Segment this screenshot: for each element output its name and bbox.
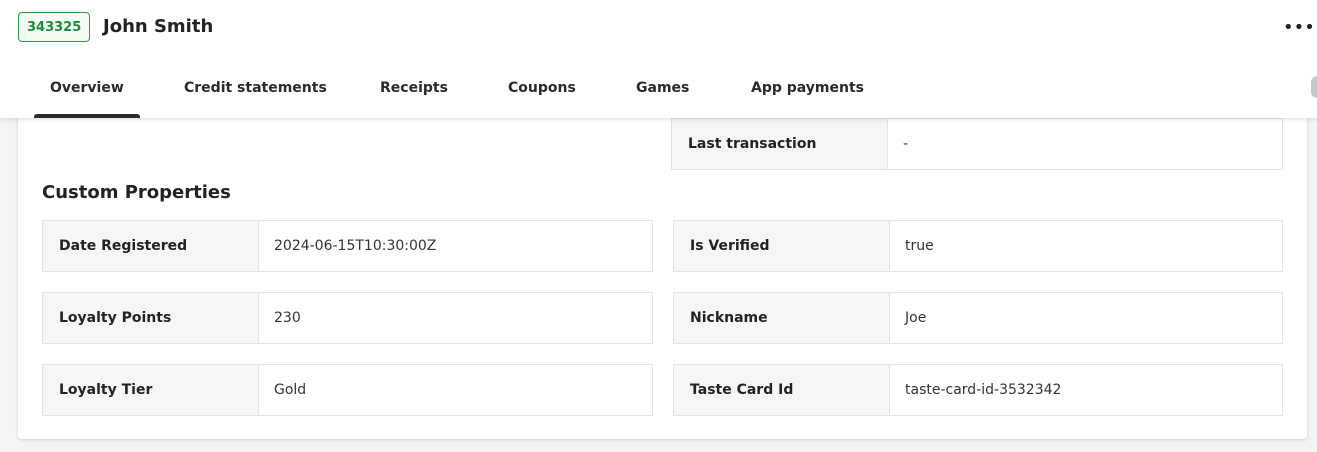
section-title-custom-properties: Custom Properties bbox=[42, 182, 231, 203]
property-value: Joe bbox=[905, 310, 927, 326]
property-label: Loyalty Points bbox=[43, 293, 259, 343]
tab-receipts[interactable]: Receipts bbox=[364, 70, 464, 118]
property-value: taste-card-id-3532342 bbox=[905, 382, 1062, 398]
property-row: Date Registered 2024-06-15T10:30:00Z bbox=[42, 220, 653, 272]
property-label: Nickname bbox=[674, 293, 890, 343]
last-transaction-value: - bbox=[903, 136, 909, 152]
tab-credit-statements[interactable]: Credit statements bbox=[168, 70, 343, 118]
property-value: Gold bbox=[274, 382, 307, 398]
last-transaction-label: Last transaction bbox=[672, 119, 888, 169]
property-label: Loyalty Tier bbox=[43, 365, 259, 415]
property-value: true bbox=[905, 238, 934, 254]
overview-card: Last transaction - Custom Properties Dat… bbox=[18, 100, 1307, 439]
tab-games[interactable]: Games bbox=[620, 70, 705, 118]
customer-id-badge: 343325 bbox=[18, 12, 91, 42]
tab-coupons[interactable]: Coupons bbox=[492, 70, 592, 118]
property-row: Loyalty Tier Gold bbox=[42, 364, 653, 416]
property-value: 2024-06-15T10:30:00Z bbox=[274, 238, 437, 254]
header-bar: 343325 John Smith ••• Overview Credit st… bbox=[0, 0, 1317, 118]
property-label: Date Registered bbox=[43, 221, 259, 271]
customer-name: John Smith bbox=[103, 16, 214, 37]
property-row: Nickname Joe bbox=[673, 292, 1283, 344]
property-label: Taste Card Id bbox=[674, 365, 890, 415]
tab-scroll-handle[interactable] bbox=[1311, 76, 1317, 98]
more-horizontal-icon[interactable]: ••• bbox=[1283, 14, 1315, 42]
property-row: Loyalty Points 230 bbox=[42, 292, 653, 344]
property-row: Is Verified true bbox=[673, 220, 1283, 272]
property-row: Taste Card Id taste-card-id-3532342 bbox=[673, 364, 1283, 416]
tab-overview[interactable]: Overview bbox=[34, 70, 140, 118]
property-label: Is Verified bbox=[674, 221, 890, 271]
tab-app-payments[interactable]: App payments bbox=[735, 70, 880, 118]
property-value: 230 bbox=[274, 310, 301, 326]
last-transaction-row: Last transaction - bbox=[671, 118, 1283, 170]
